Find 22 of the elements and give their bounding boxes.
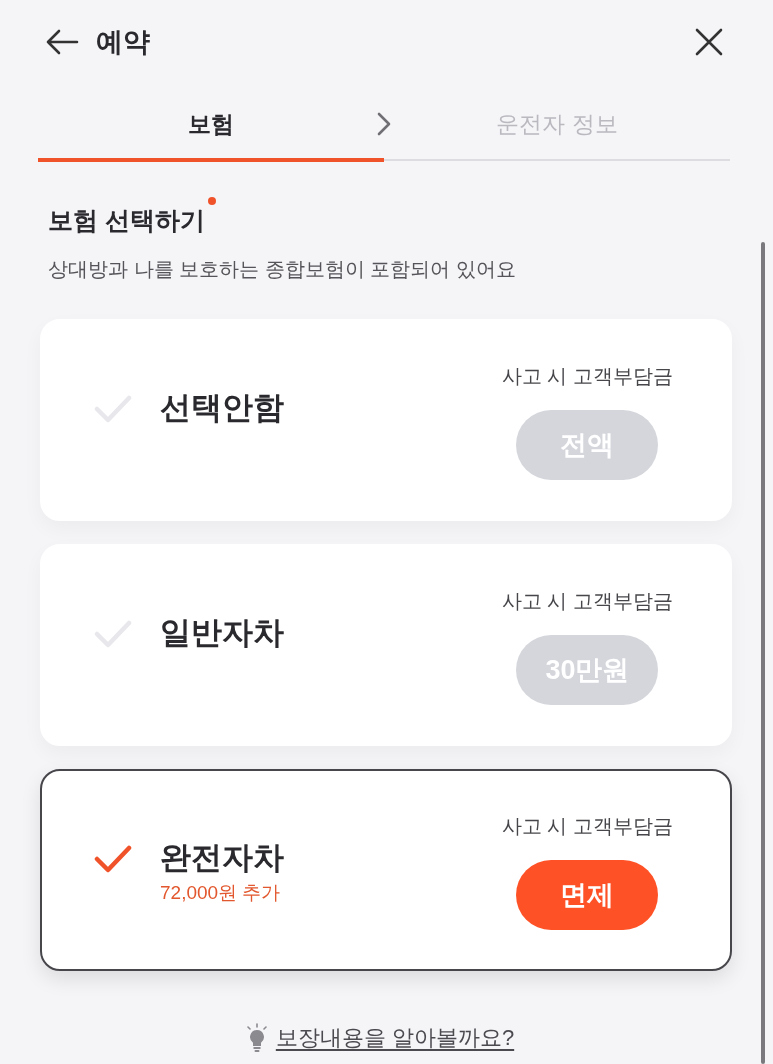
deductible-label: 사고 시 고객부담금: [501, 814, 673, 839]
option-name: 완전자차: [160, 839, 284, 877]
insurance-option-card[interactable]: 완전자차 72,000원 추가 사고 시 고객부담금 면제: [40, 769, 732, 971]
option-name: 선택안함: [160, 389, 284, 427]
back-arrow-icon: [45, 28, 79, 56]
back-button[interactable]: [45, 28, 79, 56]
close-button[interactable]: [695, 28, 723, 56]
option-name: 일반자차: [160, 614, 284, 652]
coverage-info-link[interactable]: 보장내용을 알아볼까요?: [275, 1023, 515, 1053]
section-subtitle: 상대방과 나를 보호하는 종합보험이 포함되어 있어요: [48, 257, 517, 282]
page-title: 예약: [96, 26, 151, 59]
deductible-label: 사고 시 고객부담금: [501, 364, 673, 389]
section-title: 보험 선택하기: [48, 205, 205, 236]
deductible-label: 사고 시 고객부담금: [501, 589, 673, 614]
lightbulb-icon: [245, 1023, 268, 1053]
extra-price: 72,000원 추가: [160, 881, 282, 905]
close-icon: [695, 28, 723, 56]
check-icon: [94, 845, 132, 873]
deductible-badge: 면제: [516, 860, 659, 930]
scrollbar-thumb[interactable]: [761, 242, 765, 1064]
step-tab[interactable]: 보험: [38, 90, 384, 162]
chevron-right-icon: [377, 111, 391, 136]
